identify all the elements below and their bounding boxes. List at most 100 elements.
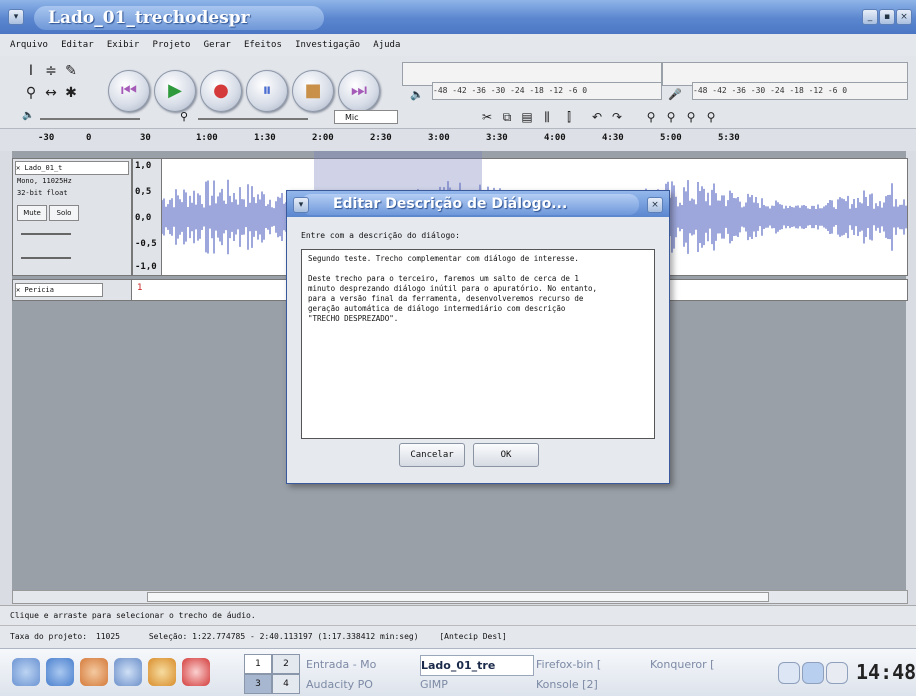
- clipboard-tray-icon[interactable]: [778, 662, 800, 684]
- redo-icon[interactable]: ↷: [608, 108, 626, 126]
- selection-tool-icon[interactable]: I: [22, 62, 40, 80]
- show-desktop-icon[interactable]: [46, 658, 74, 686]
- description-textarea[interactable]: Segundo teste. Trecho complementar com d…: [301, 249, 655, 439]
- track2-close-icon[interactable]: ✕: [16, 286, 20, 294]
- task-gimp[interactable]: GIMP: [420, 675, 532, 694]
- track2-name: Pericia: [24, 286, 54, 294]
- kde-menu-icon[interactable]: [12, 658, 40, 686]
- task-entrada[interactable]: Entrada - Mo: [306, 655, 418, 674]
- track1-close-icon[interactable]: ✕: [16, 164, 20, 172]
- ruler-tick: 0: [86, 133, 92, 143]
- maximize-icon[interactable]: ▪: [879, 9, 895, 25]
- solo-button[interactable]: Solo: [49, 205, 79, 221]
- help-icon[interactable]: [182, 658, 210, 686]
- scale-label: 0,0: [135, 213, 152, 223]
- editor-launcher-icon[interactable]: [148, 658, 176, 686]
- ruler-tick: 2:30: [370, 133, 392, 143]
- project-rate-value[interactable]: 11025: [96, 632, 120, 641]
- dialog-close-icon[interactable]: ×: [647, 197, 663, 213]
- network-tray-icon[interactable]: [802, 662, 824, 684]
- desktop-4[interactable]: 4: [272, 674, 300, 694]
- snap-status: [Antecip Desl]: [439, 632, 507, 641]
- volume-icon: 🔈: [22, 110, 35, 121]
- home-icon[interactable]: [80, 658, 108, 686]
- task-konsole[interactable]: Konsole [2]: [536, 675, 648, 694]
- zoom-tool-icon[interactable]: ⚲: [22, 84, 40, 102]
- menu-efeitos[interactable]: Efeitos: [244, 34, 282, 56]
- envelope-tool-icon[interactable]: ≑: [42, 62, 60, 80]
- ruler-tick: 5:30: [718, 133, 740, 143]
- timeline-ruler[interactable]: -30 0 30 1:00 1:30 2:00 2:30 3:00 3:30 4…: [0, 128, 916, 151]
- skip-end-button[interactable]: ⏭: [338, 70, 380, 112]
- input-meter-scale: -48 -42 -36 -30 -24 -18 -12 -6 0: [692, 82, 908, 100]
- input-source-select[interactable]: Mic: [334, 110, 398, 124]
- task-konqueror[interactable]: Konqueror [: [650, 655, 762, 674]
- scale-label: -1,0: [135, 262, 157, 272]
- undo-icon[interactable]: ↶: [588, 108, 606, 126]
- cut-icon[interactable]: ✂: [478, 108, 496, 126]
- task-audacity[interactable]: Audacity PO: [306, 675, 418, 694]
- multi-tool-icon[interactable]: ✱: [62, 84, 80, 102]
- menu-investigacao[interactable]: Investigação: [295, 34, 360, 56]
- ruler-tick: 3:00: [428, 133, 450, 143]
- input-volume-slider[interactable]: [198, 118, 308, 120]
- scrollbar-thumb[interactable]: [147, 592, 769, 602]
- ruler-tick: 2:00: [312, 133, 334, 143]
- menu-ajuda[interactable]: Ajuda: [373, 34, 400, 56]
- speaker-icon: 🔈: [410, 88, 424, 101]
- desktop-3[interactable]: 3: [244, 674, 272, 694]
- pan-slider[interactable]: [21, 257, 71, 259]
- gain-slider[interactable]: [21, 233, 71, 235]
- mixer-tray-icon[interactable]: [826, 662, 848, 684]
- window-title: Lado_01_trechodespr: [34, 6, 324, 30]
- fit-selection-icon[interactable]: ⚲: [682, 108, 700, 126]
- task-lado01[interactable]: Lado_01_tre: [420, 655, 534, 676]
- ruler-tick: 4:00: [544, 133, 566, 143]
- mute-button[interactable]: Mute: [17, 205, 47, 221]
- track1-format: Mono, 11025Hz: [17, 177, 72, 185]
- draw-tool-icon[interactable]: ✎: [62, 62, 80, 80]
- konsole-launcher-icon[interactable]: [114, 658, 142, 686]
- desktop-pager[interactable]: 1 2 3 4: [244, 654, 300, 694]
- track2-name-dropdown[interactable]: ✕ Pericia: [15, 283, 103, 297]
- horizontal-scrollbar[interactable]: [12, 590, 908, 604]
- timeshift-tool-icon[interactable]: ↔: [42, 84, 60, 102]
- dialog-menu-icon[interactable]: ▾: [293, 197, 309, 213]
- menu-projeto[interactable]: Projeto: [153, 34, 191, 56]
- menu-gerar[interactable]: Gerar: [204, 34, 231, 56]
- clock[interactable]: 14:48: [856, 660, 916, 684]
- cancel-button[interactable]: Cancelar: [399, 443, 465, 467]
- menu-exibir[interactable]: Exibir: [107, 34, 140, 56]
- paste-icon[interactable]: ▤: [518, 108, 536, 126]
- label-marker[interactable]: 1: [137, 283, 143, 293]
- zoom-in-icon[interactable]: ⚲: [642, 108, 660, 126]
- record-button[interactable]: ●: [200, 70, 242, 112]
- desktop-2[interactable]: 2: [272, 654, 300, 674]
- track1-name-dropdown[interactable]: ✕ Lado_01_t: [15, 161, 129, 175]
- silence-icon[interactable]: ⫿: [560, 108, 578, 126]
- track1-name: Lado_01_t: [24, 164, 63, 172]
- fit-project-icon[interactable]: ⚲: [702, 108, 720, 126]
- ruler-tick: -30: [38, 133, 55, 143]
- play-button[interactable]: ▶: [154, 70, 196, 112]
- zoom-out-icon[interactable]: ⚲: [662, 108, 680, 126]
- ruler-tick: 1:30: [254, 133, 276, 143]
- task-firefox[interactable]: Firefox-bin [: [536, 655, 648, 674]
- ruler-tick: 1:00: [196, 133, 218, 143]
- output-volume-slider[interactable]: [40, 118, 140, 120]
- copy-icon[interactable]: ⧉: [498, 108, 516, 126]
- skip-start-button[interactable]: ⏮: [108, 70, 150, 112]
- window-menu-icon[interactable]: ▾: [8, 9, 24, 25]
- dialog-prompt: Entre com a descrição do diálogo:: [301, 231, 460, 240]
- menu-arquivo[interactable]: Arquivo: [10, 34, 48, 56]
- menu-editar[interactable]: Editar: [61, 34, 94, 56]
- pause-button[interactable]: ⏸: [246, 70, 288, 112]
- stop-button[interactable]: ■: [292, 70, 334, 112]
- minimize-icon[interactable]: _: [862, 9, 878, 25]
- trim-icon[interactable]: ⫼: [538, 108, 556, 126]
- close-icon[interactable]: ×: [896, 9, 912, 25]
- ok-button[interactable]: OK: [473, 443, 539, 467]
- desktop-1[interactable]: 1: [244, 654, 272, 674]
- selection-readout: Seleção: 1:22.774785 - 2:40.113197 (1:17…: [148, 632, 419, 641]
- track1-amplitude-scale: 1,0 0,5 0,0 -0,5 -1,0: [132, 158, 162, 276]
